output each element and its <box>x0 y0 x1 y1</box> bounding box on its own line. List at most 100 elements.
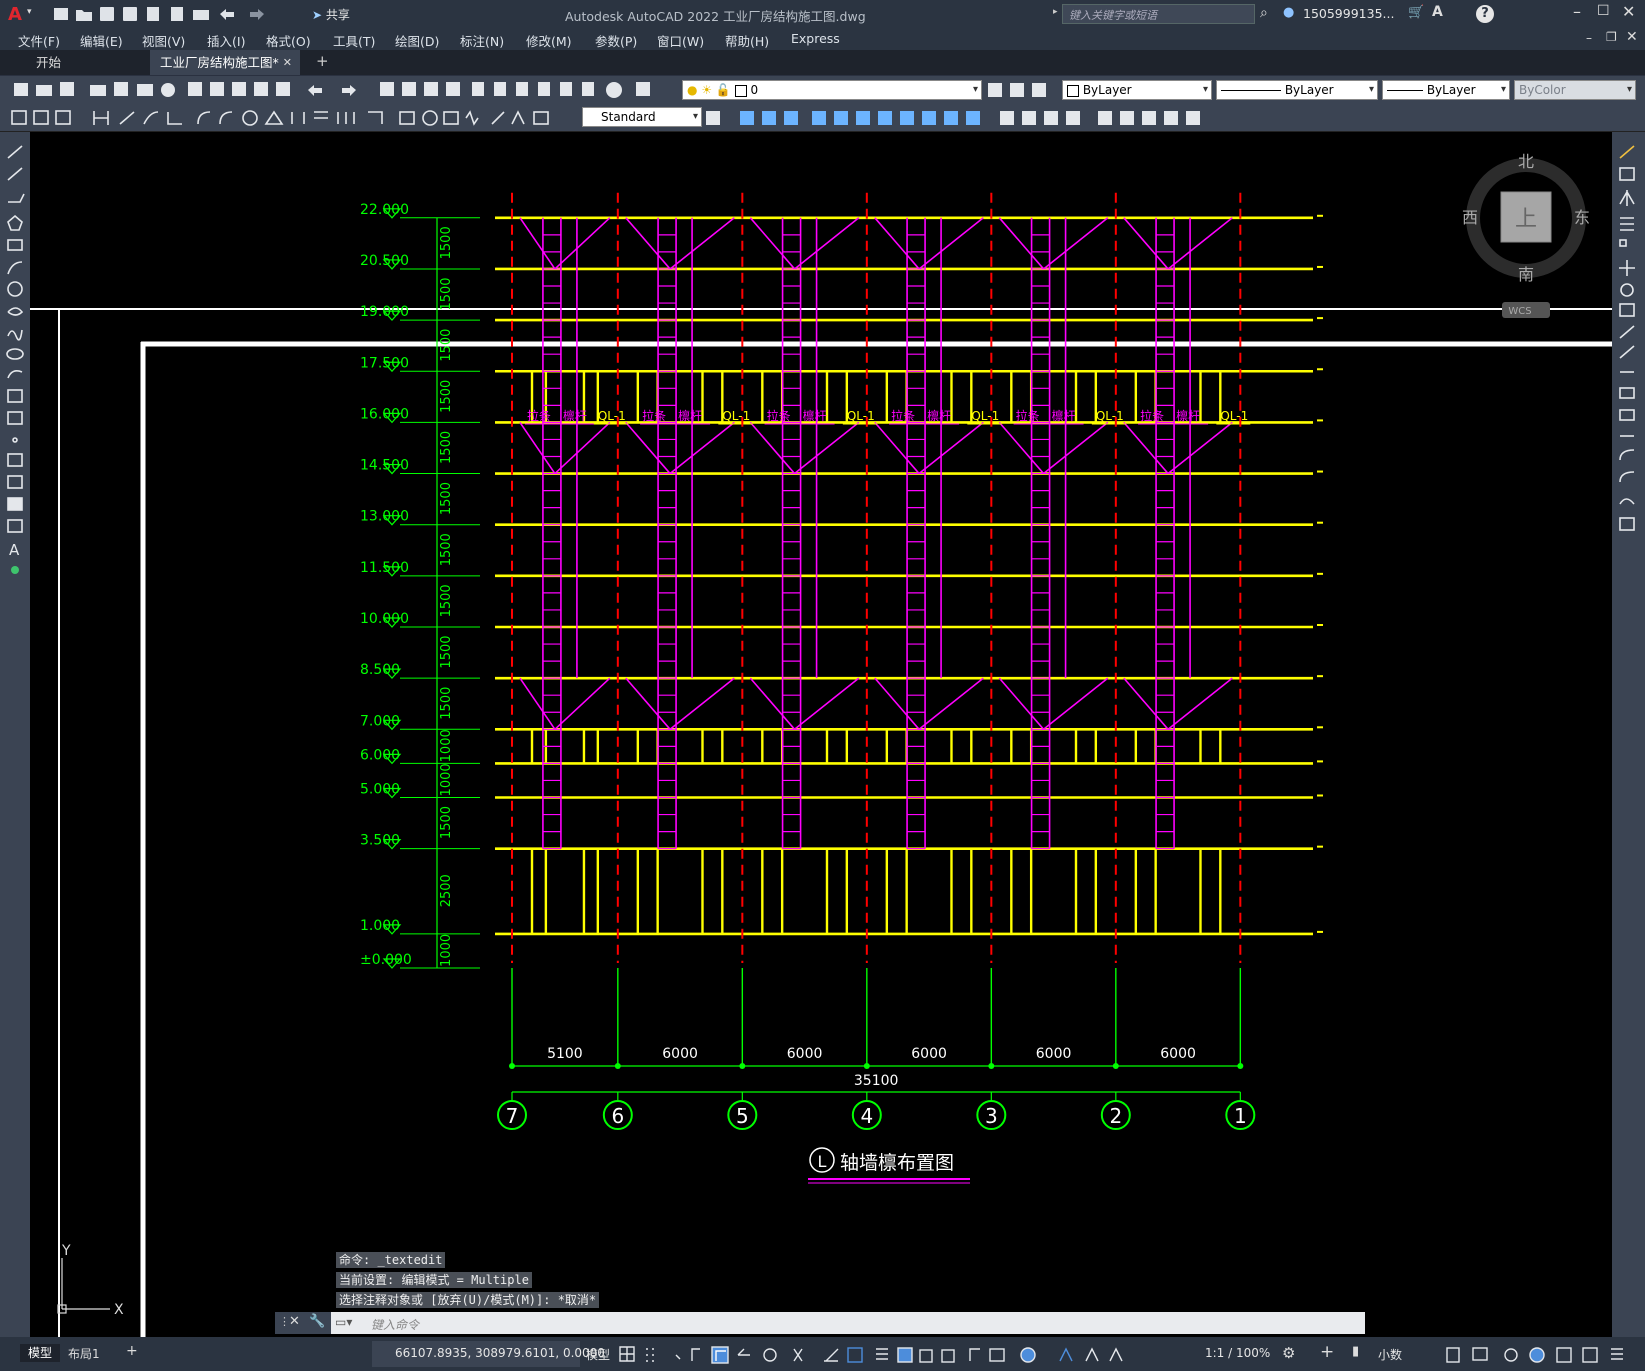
diagonal-tie-rod <box>625 421 671 475</box>
layer-previous-icon <box>1010 83 1024 97</box>
units-readout[interactable]: 小数 <box>1378 1346 1402 1363</box>
menu-file[interactable]: 文件(F) <box>18 31 60 50</box>
command-recent-icon[interactable]: ▭▾ <box>335 1315 352 1329</box>
ordinate-icon <box>167 112 182 125</box>
span-dimension-text: 6000 <box>662 1046 698 1062</box>
plotstyle-dropdown[interactable]: ByColor ▾ <box>1514 80 1636 100</box>
coordinate-readout[interactable]: 66107.8935, 308979.6101, 0.0000 <box>395 1346 605 1360</box>
tab-close-icon[interactable]: ✕ <box>283 50 292 75</box>
drafting-aid-icons[interactable] <box>618 1345 1198 1365</box>
command-history-line-2: 当前设置: 编辑模式 = Multiple <box>336 1272 532 1288</box>
standard-toolbar-icons[interactable] <box>10 80 670 100</box>
dimension-tick <box>509 1063 515 1069</box>
dimstyle-dropdown[interactable]: Standard ▾ <box>582 107 702 127</box>
gizmo-icon <box>1020 1347 1036 1363</box>
status-right-icons[interactable] <box>1445 1345 1640 1365</box>
modify-toolbar-icons[interactable] <box>704 108 1224 128</box>
menu-format[interactable]: 格式(O) <box>266 31 311 50</box>
menu-dimension[interactable]: 标注(N) <box>460 31 504 50</box>
move-faces-icon <box>834 111 848 125</box>
diagonal-tie-rod <box>519 421 556 475</box>
dimension-tick <box>614 1063 621 1069</box>
diagonal-tie-rod <box>1167 677 1233 730</box>
minimize-icon[interactable]: – <box>1573 2 1581 21</box>
draw-toolbar-icons[interactable]: A <box>0 140 30 580</box>
viewcube[interactable]: 上 北 南 东 西 WCS <box>1462 152 1590 318</box>
dimension-toolbar-icons[interactable] <box>8 108 583 128</box>
title-circle-label: L <box>818 1152 827 1171</box>
move-icon <box>1619 260 1635 276</box>
user-account[interactable]: 1505999135... <box>1303 6 1394 21</box>
tab-active-drawing[interactable]: 工业厂房结构施工图* ✕ <box>150 50 300 75</box>
menu-tools[interactable]: 工具(T) <box>333 31 375 50</box>
cart-icon[interactable]: 🛒 <box>1408 5 1424 20</box>
fillet-icon <box>1619 471 1635 483</box>
layer-dropdown[interactable]: ● ☀ 🔓 0 ▾ <box>682 80 982 100</box>
drawing-canvas[interactable]: 拉条 檩杆 拉条 檩杆 拉条 檩杆 拉条 檩杆 拉条 檩杆 拉条 檩杆QL-1 QL-1 QL-1 QL-1… <box>30 132 1612 1337</box>
layer-states-icon <box>1032 83 1046 97</box>
modify-toolbar <box>1612 132 1645 1337</box>
close-window-icon[interactable]: ✕ <box>1622 2 1635 21</box>
menu-express[interactable]: Express <box>791 31 840 46</box>
gradient-tool-icon <box>7 475 23 489</box>
header-label-tie: 拉条 <box>1016 408 1040 423</box>
zoom-window-icon <box>424 82 438 96</box>
autocad-logo-icon[interactable]: A <box>8 4 22 25</box>
menu-view[interactable]: 视图(V) <box>142 31 185 50</box>
auto-scale-icon <box>1085 1347 1099 1362</box>
menu-window[interactable]: 窗口(W) <box>657 31 704 50</box>
user-icon[interactable]: ● <box>1283 5 1294 20</box>
units-icon[interactable]: ▮ <box>1352 1344 1359 1359</box>
annotation-monitor-icon[interactable]: + <box>1320 1342 1334 1362</box>
header-label-tie: 拉条 <box>891 408 915 423</box>
viewcube-south-label[interactable]: 南 <box>1518 265 1534 284</box>
doc-restore-icon[interactable]: ❐ <box>1606 30 1617 44</box>
color-dropdown[interactable]: ByLayer ▾ <box>1062 80 1212 100</box>
menu-modify[interactable]: 修改(M) <box>526 31 572 50</box>
linetype-dropdown[interactable]: ByLayer ▾ <box>1216 80 1378 100</box>
menu-draw[interactable]: 绘图(D) <box>395 31 439 50</box>
dim-update-icon <box>533 111 549 125</box>
workspace-gear-icon[interactable]: ⚙ <box>1282 1344 1295 1362</box>
lineweight-dropdown[interactable]: ByLayer ▾ <box>1382 80 1510 100</box>
doc-close-icon[interactable]: ✕ <box>1626 29 1638 45</box>
model-space-toggle[interactable]: 模型 <box>586 1346 610 1363</box>
maximize-icon[interactable]: ☐ <box>1597 3 1610 19</box>
command-line[interactable]: ⋮ ✕ 🔧 ▭▾ 键入命令 <box>275 1312 1365 1334</box>
viewcube-north-label[interactable]: 北 <box>1518 152 1534 171</box>
viewcube-east-label[interactable]: 东 <box>1574 208 1590 227</box>
layer-tools-icons[interactable] <box>986 80 1052 100</box>
new-tab-button[interactable]: + <box>316 52 329 70</box>
tab-model[interactable]: 模型 <box>20 1344 60 1362</box>
modify-toolbar-side-icons[interactable] <box>1612 140 1645 540</box>
menu-edit[interactable]: 编辑(E) <box>80 31 123 50</box>
search-box[interactable]: ▸ 键入关键字或短语 <box>1053 4 1255 24</box>
menu-parametric[interactable]: 参数(P) <box>595 31 637 50</box>
search-icon[interactable]: ⌕ <box>1260 5 1268 21</box>
command-close-icon[interactable]: ✕ <box>289 1314 300 1329</box>
diagonal-tie-rod <box>669 421 735 475</box>
object-snap-tracking-icon <box>793 1348 803 1362</box>
search-expand-icon[interactable]: ▸ <box>1053 7 1058 17</box>
grid-icon <box>619 1346 635 1362</box>
tab-layout1[interactable]: 布局1 <box>68 1345 100 1362</box>
command-customize-icon[interactable]: 🔧 <box>309 1314 325 1329</box>
app-menu-chevron-icon[interactable]: ▾ <box>27 7 32 17</box>
autodesk-a360-icon[interactable]: A <box>1432 4 1443 20</box>
tool-palettes-icon <box>516 82 528 96</box>
mirror-icon <box>1619 190 1635 206</box>
help-icon[interactable]: ? <box>1476 5 1494 23</box>
vertical-dimension-text: 1000 <box>439 729 454 762</box>
annotation-scale-readout[interactable]: 1:1 / 100% <box>1205 1346 1270 1360</box>
doc-minimize-icon[interactable]: – <box>1586 31 1592 45</box>
add-layout-button[interactable]: + <box>126 1343 138 1359</box>
menu-help[interactable]: 帮助(H) <box>725 31 769 50</box>
viewcube-west-label[interactable]: 西 <box>1462 208 1478 227</box>
menu-insert[interactable]: 插入(I) <box>207 31 245 50</box>
arc-tool-icon <box>7 261 23 275</box>
web-icon <box>161 83 175 97</box>
share-button[interactable]: ➤ 共享 <box>312 6 350 23</box>
tab-start[interactable]: 开始 <box>24 50 144 75</box>
header-label-tie: 拉条 <box>527 408 551 423</box>
dynamic-input-icon <box>969 1348 980 1361</box>
